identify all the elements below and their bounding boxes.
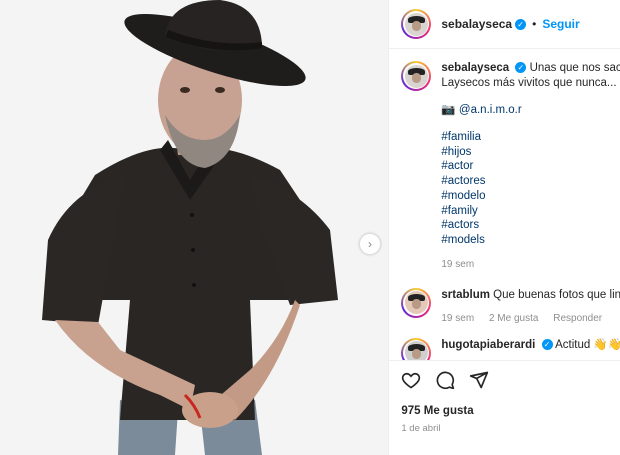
heart-icon[interactable] bbox=[401, 370, 421, 395]
like-count[interactable]: 975 Me gusta bbox=[401, 405, 608, 417]
post-photo[interactable]: › bbox=[0, 0, 389, 455]
separator-dot: • bbox=[532, 17, 537, 31]
comment-age: 19 sem bbox=[441, 312, 475, 324]
comment-text: Actitud 👋👋👋 bbox=[555, 338, 620, 351]
hashtag-link[interactable]: #familia bbox=[441, 130, 620, 145]
caption-author-username[interactable]: sebalayseca bbox=[441, 62, 509, 74]
caption-age: 19 sem bbox=[441, 258, 475, 270]
hashtag-link[interactable]: #actor bbox=[441, 159, 620, 174]
hashtag-link[interactable]: #hijos bbox=[441, 145, 620, 160]
verified-icon: ✓ bbox=[515, 18, 527, 30]
photo-illustration bbox=[0, 0, 389, 455]
hashtag-link[interactable]: #models bbox=[441, 233, 620, 248]
comment-likes[interactable]: 2 Me gusta bbox=[489, 313, 538, 324]
camera-icon: 📷 bbox=[441, 104, 456, 116]
hashtag-link[interactable]: #actores bbox=[441, 174, 620, 189]
photo-credit: 📷 @a.n.i.m.o.r bbox=[441, 103, 620, 118]
caption-text-line2: Laysecos más vivitos que nunca... bbox=[441, 77, 617, 89]
comment-item: srtablum Que buenas fotos que lin 19 sem… bbox=[389, 287, 620, 326]
hashtag-link[interactable]: #family bbox=[441, 204, 620, 219]
post-actions: 975 Me gusta 1 de abril bbox=[389, 360, 620, 434]
follow-button[interactable]: Seguir bbox=[542, 17, 579, 31]
chevron-right-icon: › bbox=[368, 237, 372, 251]
caption-text-line1: Unas que nos sacan bbox=[529, 62, 620, 74]
reply-button[interactable]: Responder bbox=[553, 313, 602, 324]
post-side-panel: sebalayseca ✓ • Seguir sebalayseca ✓ Una… bbox=[388, 0, 620, 455]
post-dialog: › sebalayseca ✓ • Seguir sebalayseca ✓ U… bbox=[0, 0, 620, 455]
post-caption: sebalayseca ✓ Unas que nos sacan Layseco… bbox=[389, 49, 620, 272]
verified-icon: ✓ bbox=[515, 62, 527, 74]
caption-author-avatar[interactable] bbox=[401, 61, 432, 91]
author-avatar[interactable] bbox=[401, 9, 432, 39]
hashtag-link[interactable]: #modelo bbox=[441, 189, 620, 204]
hashtag-list: #familia #hijos #actor #actores #modelo … bbox=[441, 130, 620, 248]
commenter-avatar[interactable] bbox=[401, 287, 432, 318]
verified-icon: ✓ bbox=[541, 339, 553, 351]
share-icon[interactable] bbox=[469, 370, 489, 395]
commenter-username[interactable]: hugotapiaberardi bbox=[441, 339, 535, 351]
photo-credit-link[interactable]: @a.n.i.m.o.r bbox=[459, 104, 522, 116]
comment-icon[interactable] bbox=[435, 370, 455, 395]
comment-text: Que buenas fotos que lin bbox=[493, 288, 620, 301]
author-username[interactable]: sebalayseca bbox=[441, 17, 512, 31]
post-date: 1 de abril bbox=[401, 423, 441, 434]
commenter-username[interactable]: srtablum bbox=[441, 289, 490, 301]
post-header: sebalayseca ✓ • Seguir bbox=[389, 0, 620, 49]
next-photo-button[interactable]: › bbox=[359, 233, 381, 255]
hashtag-link[interactable]: #actors bbox=[441, 218, 620, 233]
